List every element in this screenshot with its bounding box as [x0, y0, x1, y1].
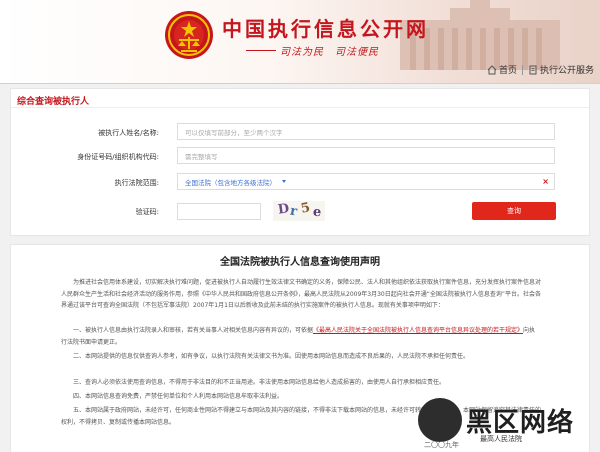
name-label: 被执行人姓名/名称: — [98, 129, 159, 137]
nav-execution-service[interactable]: 执行公开服务 — [528, 63, 594, 76]
site-slogan: 司法为民 司法便民 — [280, 47, 379, 58]
statement-item-2: 二、本网站提供的信息仅供查询人参考，如有争议，以执行法院有关法律文书为准。因使用… — [73, 353, 470, 360]
statement-title: 全国法院被执行人信息查询使用声明 — [220, 257, 380, 268]
slogan-row: 司法为民 司法便民 — [246, 43, 379, 58]
id-input-placeholder: 需完整填写 — [185, 152, 218, 161]
query-panel-title: 综合查询被执行人 — [17, 97, 90, 107]
slogan-divider — [246, 50, 276, 51]
captcha-char: 5 — [299, 201, 312, 217]
top-nav: 首页 执行公开服务 — [487, 63, 594, 76]
query-panel: 综合查询被执行人 被执行人姓名/名称: 可以仅填写前部分，至少两个汉字 身份证号… — [10, 88, 590, 236]
site-header: 中国执行信息公开网 司法为民 司法便民 首页 执行公开服务 — [0, 0, 600, 84]
court-emblem-icon — [165, 11, 213, 59]
query-panel-divider — [11, 107, 589, 108]
captcha-input[interactable] — [177, 203, 261, 220]
home-icon — [487, 64, 497, 74]
statement-item-3: 三、查询人必须依法使用查询信息，不得用于非法目的和不正当用途。非法使用本网站信息… — [73, 379, 446, 386]
watermark-logo-icon — [418, 398, 462, 442]
nav-divider — [521, 64, 523, 75]
watermark-court: 最高人民法院 — [480, 435, 522, 443]
captcha-char: r — [288, 203, 299, 220]
name-input[interactable]: 可以仅填写前部分，至少两个汉字 — [177, 123, 555, 140]
dispute-rules-link[interactable]: 《最高人民法院关于全国法院被执行人信息查询平台信息异议处理的若干规定》 — [313, 327, 523, 334]
watermark: 黑区网络 最高人民法院 二〇〇九年 — [418, 396, 600, 452]
site-title: 中国执行信息公开网 — [222, 17, 429, 41]
court-range-label: 执行法院范围: — [114, 179, 159, 187]
watermark-date: 二〇〇九年 — [424, 441, 459, 449]
nav-execution-service-label: 执行公开服务 — [539, 66, 594, 76]
court-range-select[interactable]: 全国法院（包含地方各级法院） × — [177, 173, 555, 190]
captcha-label: 验证码: — [135, 208, 159, 216]
nav-home-label: 首页 — [498, 66, 517, 76]
document-icon — [529, 65, 537, 74]
nav-home[interactable]: 首页 — [487, 63, 517, 76]
statement-intro: 为推进社会信用体系建设，切实解决执行难问题，促进被执行人自动履行生效法律文书确定… — [61, 279, 542, 309]
id-input[interactable]: 需完整填写 — [177, 147, 555, 164]
statement-item-1-text: 一、被执行人信息由执行法院录入和审核，若有关当事人对相关信息内容有异议的，可依据 — [73, 327, 314, 334]
captcha-image[interactable]: D r 5 e — [273, 201, 325, 221]
captcha-char: e — [312, 204, 323, 221]
chevron-down-icon — [282, 180, 286, 183]
id-label: 身份证号码/组织机构代码: — [77, 153, 159, 161]
statement-item-1: 一、被执行人信息由执行法院录入和审核，若有关当事人对相关信息内容有异议的，可依据… — [61, 325, 541, 348]
name-input-placeholder: 可以仅填写前部分，至少两个汉字 — [185, 128, 283, 137]
court-range-value: 全国法院（包含地方各级法院） — [185, 178, 276, 187]
clear-icon[interactable]: × — [542, 177, 549, 186]
query-button[interactable]: 查询 — [472, 202, 556, 220]
